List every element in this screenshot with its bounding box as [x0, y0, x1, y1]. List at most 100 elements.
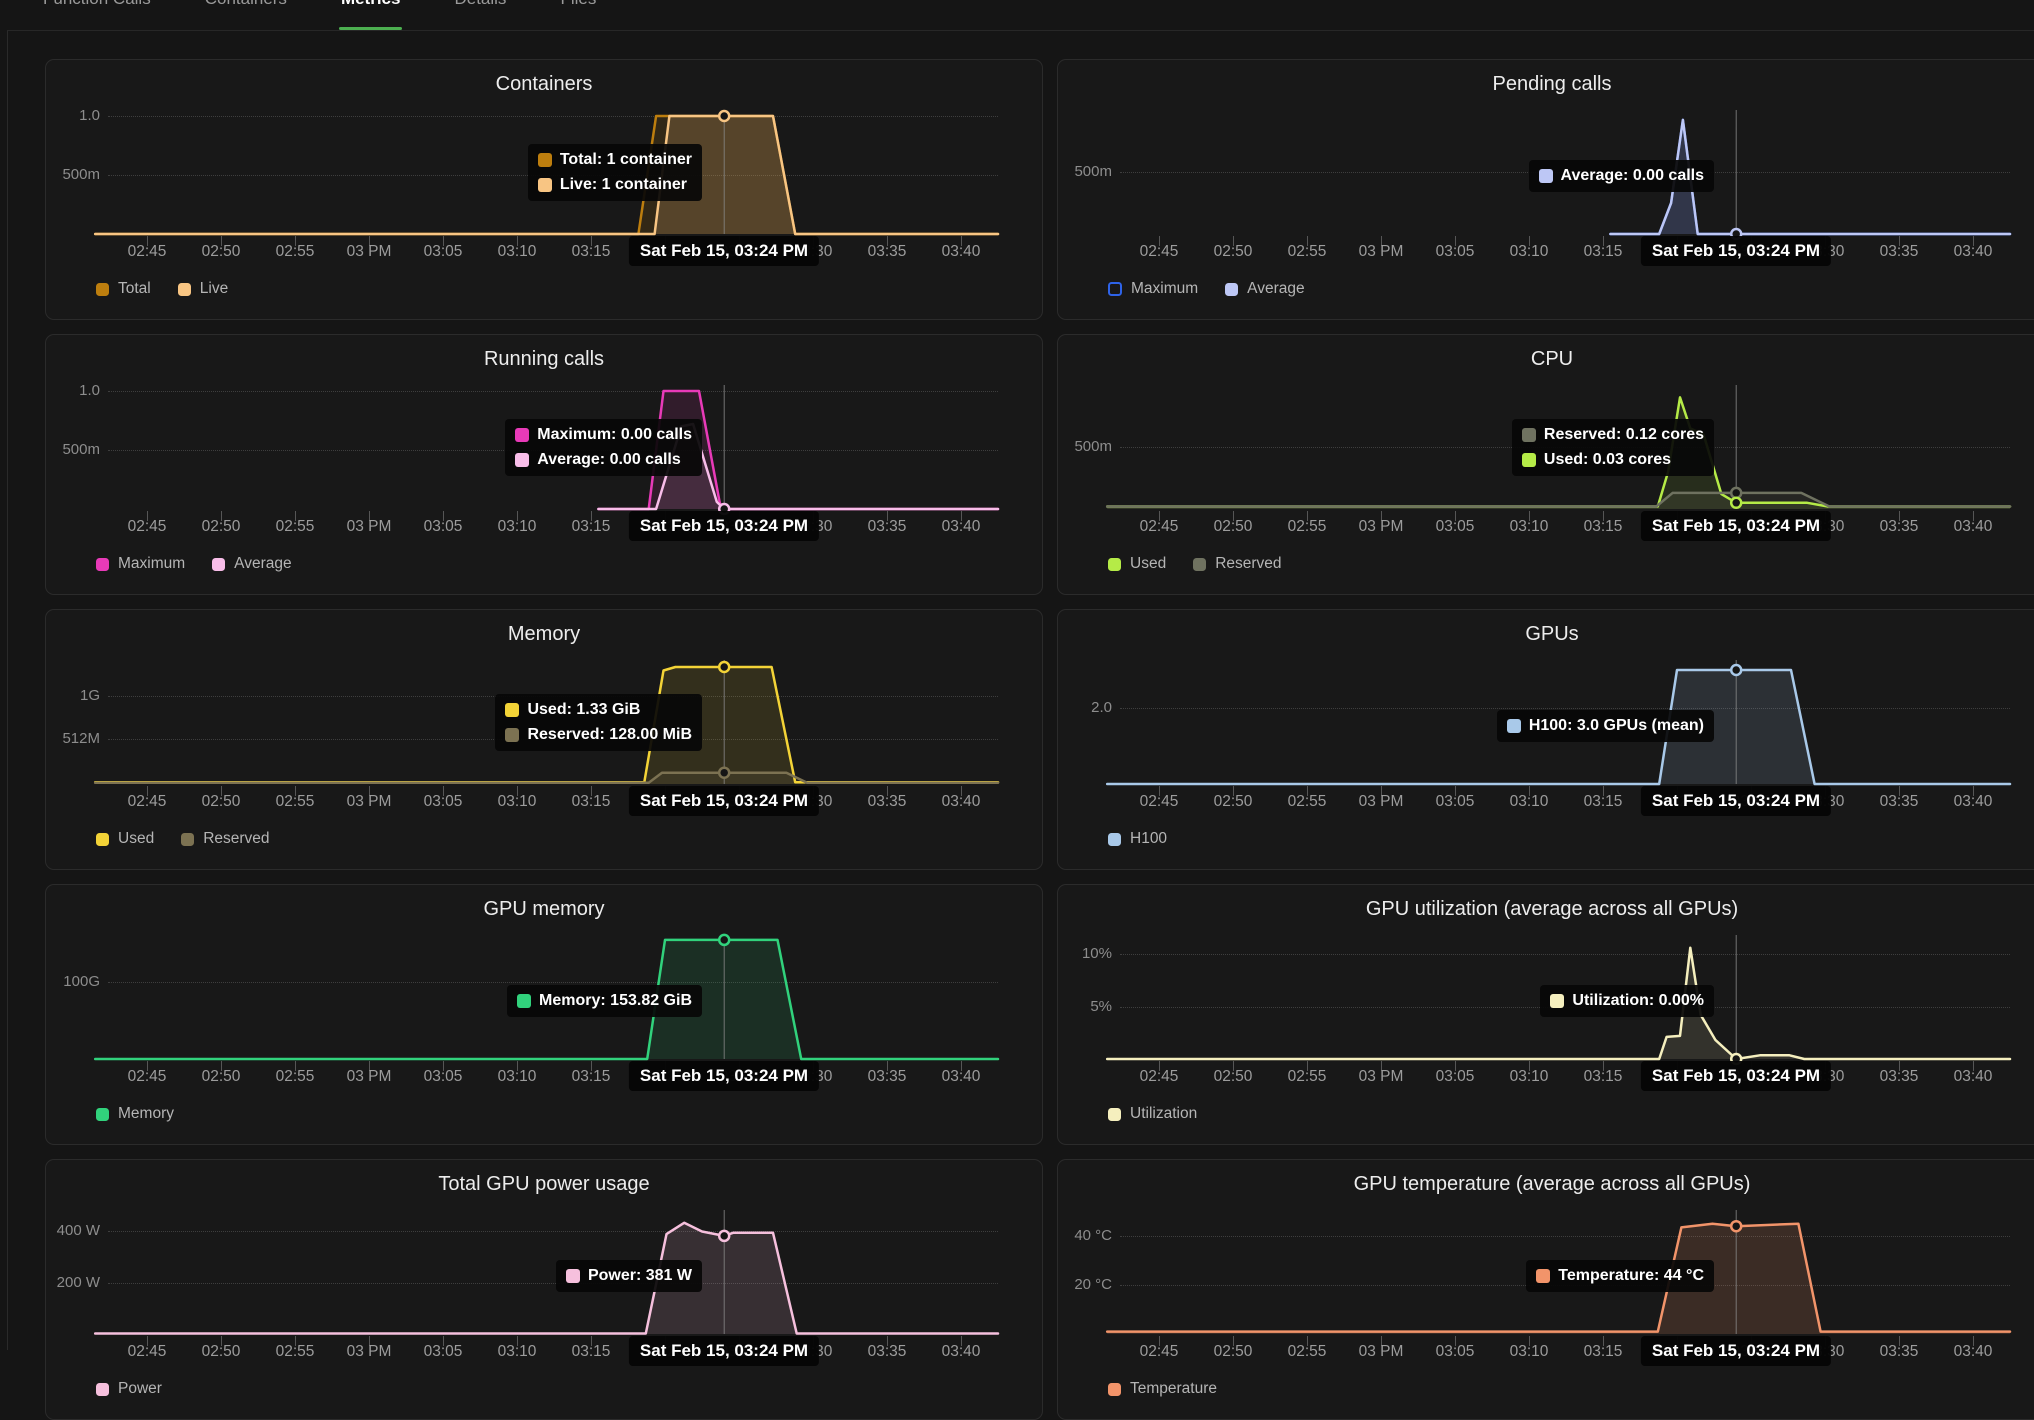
legend-item-average[interactable]: Average: [212, 555, 291, 573]
legend-item-utilization[interactable]: Utilization: [1108, 1105, 1197, 1123]
tooltip-row: Total: 1 container: [538, 151, 692, 169]
tooltip-swatch: [1539, 169, 1553, 183]
legend: Used Reserved: [1108, 555, 1282, 573]
chart-card-containers: Containers1.0500m02:4502:5002:5503 PM03:…: [45, 59, 1043, 320]
time-tooltip: Sat Feb 15, 03:24 PM: [1641, 1061, 1831, 1091]
legend-swatch: [96, 1108, 109, 1121]
series-tooltip: Memory: 153.82 GiB: [507, 985, 702, 1017]
chart-plot-area[interactable]: [46, 1160, 1040, 1420]
tooltip-text: Temperature: 44 °C: [1558, 1267, 1704, 1285]
legend-label: Maximum: [1131, 280, 1198, 298]
legend-item-used[interactable]: Used: [1108, 555, 1166, 573]
series-tooltip: Used: 1.33 GiB Reserved: 128.00 MiB: [495, 694, 702, 751]
legend: Maximum Average: [96, 555, 292, 573]
legend-swatch: [1108, 1383, 1121, 1396]
tab-bar: Function Calls Containers Metrics Details Fi…: [43, 0, 596, 30]
legend-swatch: [1193, 558, 1206, 571]
time-tooltip: Sat Feb 15, 03:24 PM: [629, 511, 819, 541]
legend-swatch: [212, 558, 225, 571]
charts-grid: Containers1.0500m02:4502:5002:5503 PM03:…: [45, 59, 2034, 1420]
series-tooltip: Average: 0.00 calls: [1529, 160, 1715, 192]
legend-swatch: [96, 833, 109, 846]
time-tooltip: Sat Feb 15, 03:24 PM: [1641, 786, 1831, 816]
tooltip-text: Utilization: 0.00%: [1572, 992, 1704, 1010]
legend-swatch: [1225, 283, 1238, 296]
chart-card-gpu-temperature: GPU temperature (average across all GPUs…: [1057, 1159, 2034, 1420]
series-line-power: [95, 1223, 998, 1334]
tooltip-swatch: [1507, 719, 1521, 733]
tooltip-row: Power: 381 W: [566, 1267, 692, 1285]
tooltip-row: Average: 0.00 calls: [515, 451, 692, 469]
legend-item-h100[interactable]: H100: [1108, 830, 1167, 848]
tooltip-swatch: [1522, 428, 1536, 442]
legend-label: Memory: [118, 1105, 174, 1123]
tooltip-row: Reserved: 128.00 MiB: [505, 726, 692, 744]
tooltip-text: Power: 381 W: [588, 1267, 692, 1285]
tooltip-row: Maximum: 0.00 calls: [515, 426, 692, 444]
tab-metrics[interactable]: Metrics: [341, 0, 401, 30]
legend-item-used[interactable]: Used: [96, 830, 154, 848]
tooltip-row: Used: 0.03 cores: [1522, 451, 1704, 469]
tabbar-bottom-border: [7, 30, 2034, 31]
legend-label: H100: [1130, 830, 1167, 848]
legend-item-maximum[interactable]: Maximum: [96, 555, 185, 573]
legend: Utilization: [1108, 1105, 1197, 1123]
tooltip-text: Memory: 153.82 GiB: [539, 992, 692, 1010]
legend-label: Power: [118, 1380, 162, 1398]
legend-item-maximum[interactable]: Maximum: [1108, 280, 1198, 298]
tooltip-swatch: [517, 994, 531, 1008]
tab-details[interactable]: Details: [454, 0, 506, 30]
tab-function-calls[interactable]: Function Calls: [43, 0, 151, 30]
chart-card-gpu-power: Total GPU power usage400 W200 W02:4502:5…: [45, 1159, 1043, 1420]
tooltip-row: Used: 1.33 GiB: [505, 701, 692, 719]
legend-label: Maximum: [118, 555, 185, 573]
tooltip-text: Reserved: 0.12 cores: [1544, 426, 1704, 444]
legend-item-temperature[interactable]: Temperature: [1108, 1380, 1217, 1398]
legend-item-live[interactable]: Live: [178, 280, 228, 298]
tooltip-text: Average: 0.00 calls: [537, 451, 681, 469]
legend-label: Total: [118, 280, 151, 298]
hover-marker: [1731, 665, 1741, 675]
legend-label: Utilization: [1130, 1105, 1197, 1123]
tab-containers[interactable]: Containers: [205, 0, 287, 30]
legend-label: Reserved: [203, 830, 269, 848]
hover-marker: [719, 1231, 729, 1241]
time-tooltip: Sat Feb 15, 03:24 PM: [1641, 511, 1831, 541]
series-tooltip: H100: 3.0 GPUs (mean): [1497, 710, 1714, 742]
legend-item-power[interactable]: Power: [96, 1380, 162, 1398]
tooltip-row: Temperature: 44 °C: [1536, 1267, 1704, 1285]
time-tooltip: Sat Feb 15, 03:24 PM: [629, 786, 819, 816]
legend-label: Average: [234, 555, 291, 573]
tooltip-row: Reserved: 0.12 cores: [1522, 426, 1704, 444]
chart-card-gpu-memory: GPU memory100G02:4502:5002:5503 PM03:050…: [45, 884, 1043, 1145]
tooltip-row: H100: 3.0 GPUs (mean): [1507, 717, 1704, 735]
legend: H100: [1108, 830, 1167, 848]
time-tooltip: Sat Feb 15, 03:24 PM: [1641, 1336, 1831, 1366]
hover-marker: [1731, 488, 1741, 498]
tooltip-swatch: [538, 178, 552, 192]
time-tooltip: Sat Feb 15, 03:24 PM: [629, 1336, 819, 1366]
legend-item-average[interactable]: Average: [1225, 280, 1304, 298]
legend-item-total[interactable]: Total: [96, 280, 151, 298]
tooltip-swatch: [1522, 453, 1536, 467]
chart-card-pending-calls: Pending calls500m02:4502:5002:5503 PM03:…: [1057, 59, 2034, 320]
tooltip-swatch: [515, 428, 529, 442]
legend-item-reserved[interactable]: Reserved: [181, 830, 269, 848]
legend-swatch: [1108, 558, 1121, 571]
legend-item-memory[interactable]: Memory: [96, 1105, 174, 1123]
chart-card-cpu: CPU500m02:4502:5002:5503 PM03:0503:1003:…: [1057, 334, 2034, 595]
hover-marker: [1731, 1221, 1741, 1231]
tooltip-text: Used: 0.03 cores: [1544, 451, 1671, 469]
legend-label: Temperature: [1130, 1380, 1217, 1398]
legend-swatch: [96, 558, 109, 571]
tooltip-swatch: [1536, 1269, 1550, 1283]
tooltip-swatch: [515, 453, 529, 467]
tooltip-swatch: [538, 153, 552, 167]
chart-card-gpus: GPUs2.002:4502:5002:5503 PM03:0503:1003:…: [1057, 609, 2034, 870]
chart-card-memory: Memory1G512M02:4502:5002:5503 PM03:0503:…: [45, 609, 1043, 870]
tab-files[interactable]: Files: [560, 0, 596, 30]
legend-item-reserved[interactable]: Reserved: [1193, 555, 1281, 573]
series-tooltip: Total: 1 containerLive: 1 container: [528, 144, 702, 201]
time-tooltip: Sat Feb 15, 03:24 PM: [1641, 236, 1831, 266]
hover-marker: [719, 111, 729, 121]
